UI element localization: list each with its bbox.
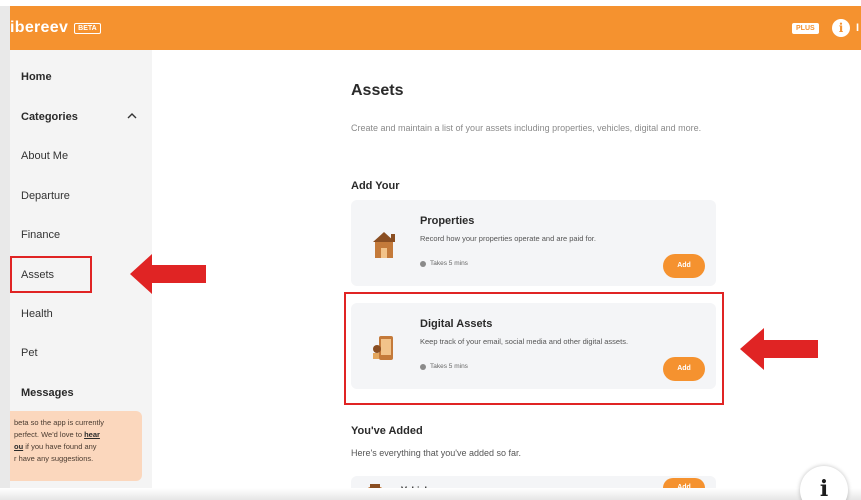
clock-icon <box>420 260 426 267</box>
beta-feedback-note: beta so the app is currently perfect. We… <box>10 411 142 481</box>
sidebar-item-messages[interactable]: Messages <box>21 387 74 399</box>
plus-badge[interactable]: PLUS <box>792 23 819 34</box>
sidebar-item-about-me[interactable]: About Me <box>21 150 68 162</box>
digital-assets-highlight-box <box>344 292 724 405</box>
info-icon: i <box>819 476 829 500</box>
sidebar-item-finance[interactable]: Finance <box>21 229 60 241</box>
annotation-arrow-left-icon <box>740 328 818 370</box>
top-bar: ibereev BETA PLUS i I <box>10 6 861 50</box>
beta-note-line3: ou if you have found any <box>14 441 136 453</box>
beta-badge: BETA <box>74 22 101 34</box>
info-icon[interactable]: i <box>832 19 850 37</box>
sidebar-item-pet[interactable]: Pet <box>21 347 38 359</box>
logo-text: ibereev <box>10 19 69 36</box>
card-time: Takes 5 mins <box>420 260 468 267</box>
sidebar-item-health[interactable]: Health <box>21 308 53 320</box>
beta-note-line2: perfect. We'd love to hear <box>14 429 136 441</box>
user-menu[interactable]: I <box>856 22 859 34</box>
add-your-heading: Add Your <box>351 180 400 192</box>
bottom-edge <box>0 488 861 500</box>
you-link[interactable]: ou <box>14 442 23 451</box>
sidebar-item-categories[interactable]: Categories <box>21 111 78 123</box>
help-button[interactable]: i <box>800 466 848 500</box>
beta-note-line4: r have any suggestions. <box>14 454 94 463</box>
beta-note-line1: beta so the app is currently <box>14 418 105 427</box>
annotation-arrow-left-icon <box>130 254 206 294</box>
card-title: Properties <box>420 215 475 227</box>
app-screen: ibereev BETA PLUS i I Home Categories Ab… <box>0 0 861 500</box>
card-description: Record how your properties operate and a… <box>420 234 596 243</box>
add-properties-button[interactable]: Add <box>663 254 705 278</box>
window-edge <box>0 0 10 500</box>
page-description: Create and maintain a list of your asset… <box>351 123 702 133</box>
house-icon <box>373 232 395 258</box>
beta-note-line3-text: if you have found any <box>23 442 97 451</box>
page-title: Assets <box>351 82 404 99</box>
youve-added-heading: You've Added <box>351 425 423 437</box>
app-logo[interactable]: ibereev BETA <box>10 19 101 37</box>
beta-note-line2-text: perfect. We'd love to <box>14 430 85 439</box>
sidebar-item-departure[interactable]: Departure <box>21 190 70 202</box>
asset-card-properties[interactable]: Properties Record how your properties op… <box>351 200 716 286</box>
sidebar-item-home[interactable]: Home <box>21 71 52 83</box>
hear-link[interactable]: hear <box>84 430 100 439</box>
card-time-text: Takes 5 mins <box>430 260 468 267</box>
youve-added-description: Here's everything that you've added so f… <box>351 448 522 458</box>
chevron-up-icon[interactable] <box>127 112 137 123</box>
assets-highlight-box <box>10 256 92 293</box>
